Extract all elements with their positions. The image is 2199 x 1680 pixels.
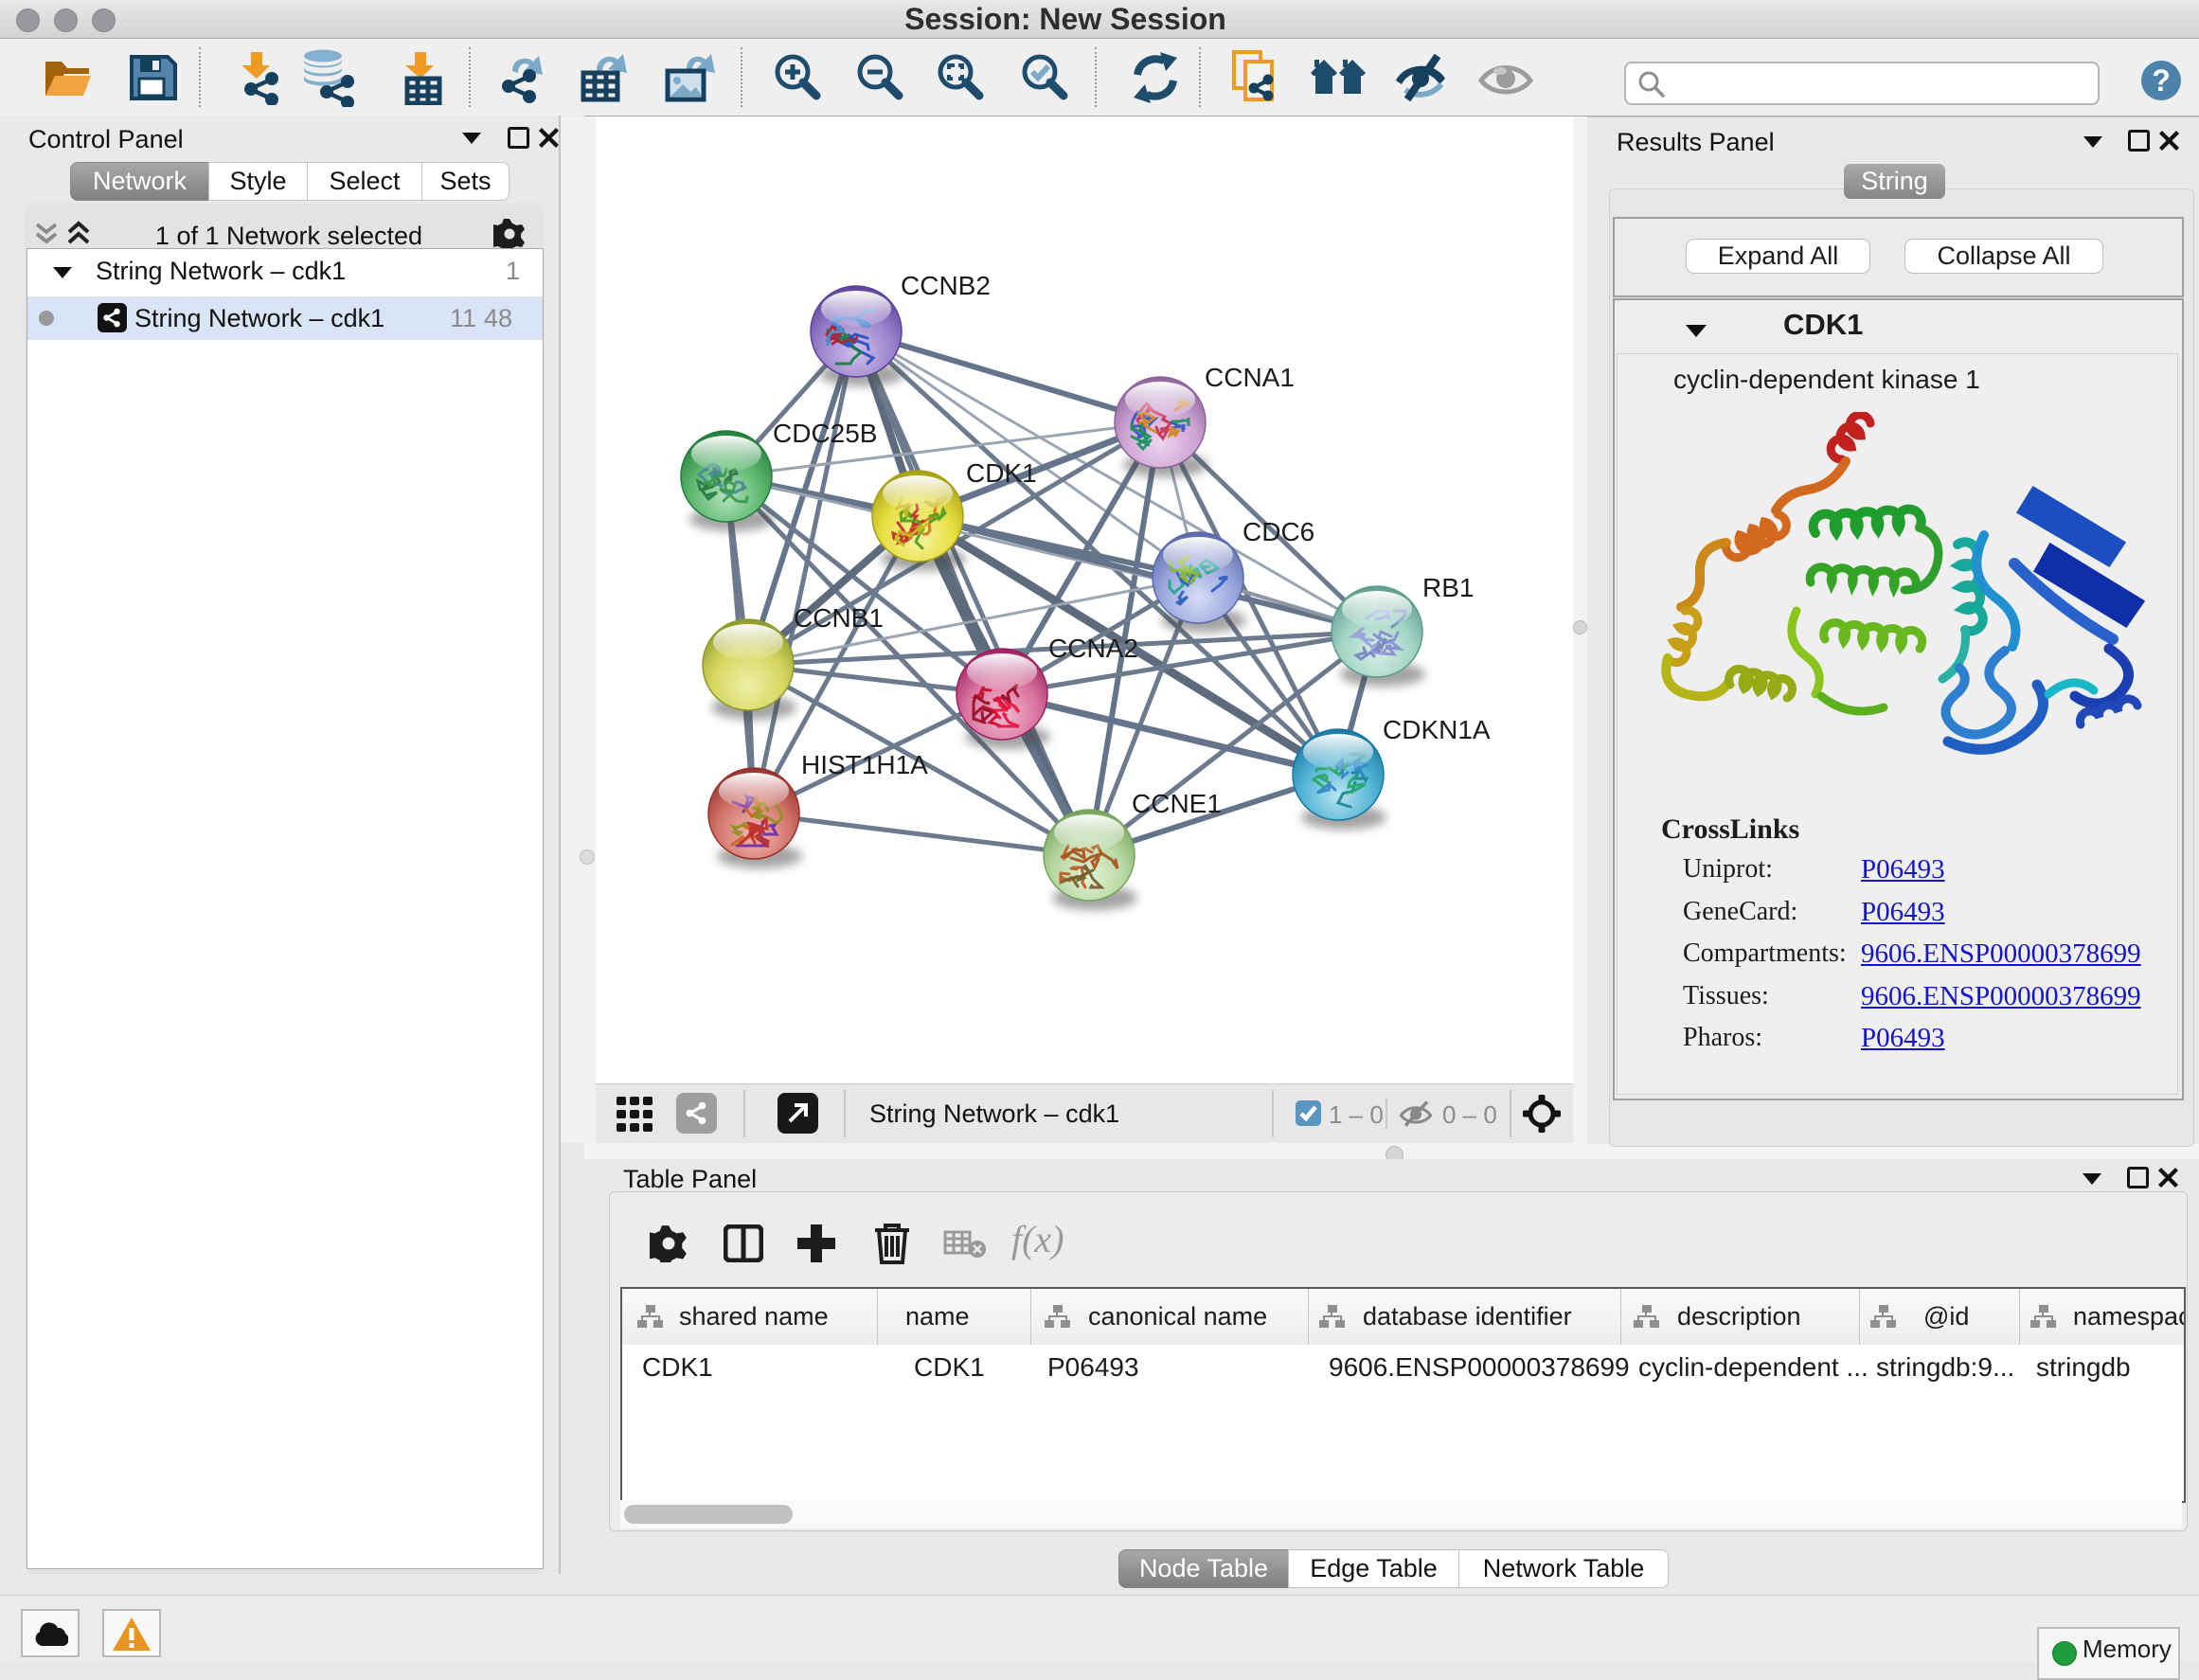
svg-text:CCNE1: CCNE1 [1132, 789, 1222, 818]
svg-text:CDK1: CDK1 [966, 458, 1037, 488]
svg-text:CCNA2: CCNA2 [1048, 634, 1138, 663]
svg-text:CCNA1: CCNA1 [1205, 363, 1295, 392]
svg-text:RB1: RB1 [1422, 573, 1474, 602]
svg-text:CDKN1A: CDKN1A [1383, 715, 1491, 744]
svg-text:HIST1H1A: HIST1H1A [801, 750, 928, 779]
svg-text:CCNB1: CCNB1 [794, 603, 884, 633]
svg-text:CDC25B: CDC25B [773, 419, 877, 448]
svg-text:CCNB2: CCNB2 [901, 271, 991, 300]
svg-text:CDC6: CDC6 [1243, 517, 1314, 546]
